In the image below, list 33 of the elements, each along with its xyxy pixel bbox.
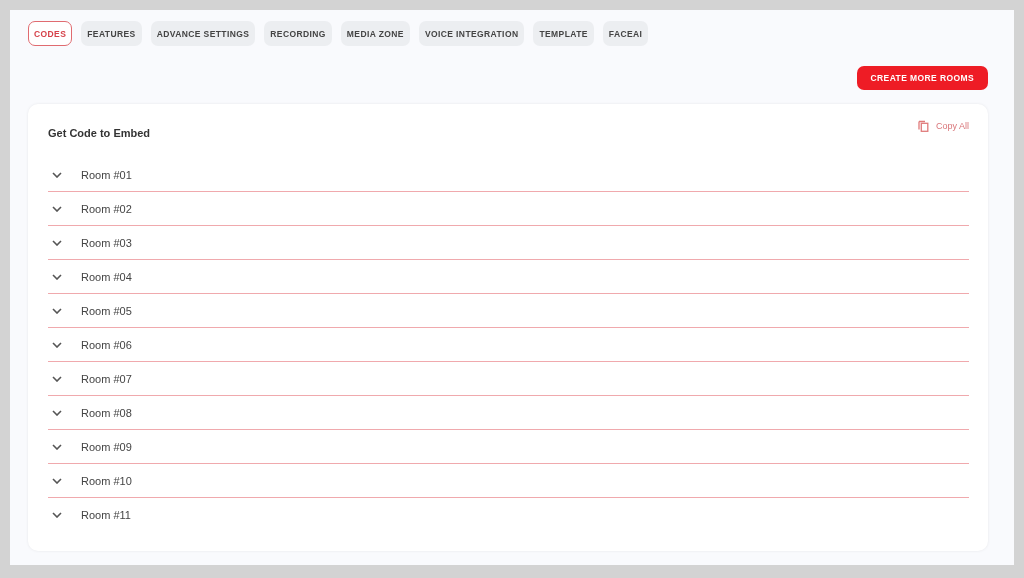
chevron-icon xyxy=(52,205,62,212)
chevron-icon xyxy=(52,511,62,518)
room-row[interactable]: Room #05 xyxy=(48,294,969,328)
create-rooms-button[interactable]: CREATE MORE ROOMS xyxy=(856,66,988,90)
room-row[interactable]: Room #08 xyxy=(48,396,969,430)
tab[interactable]: ADVANCE SETTINGS xyxy=(150,21,256,46)
tab[interactable]: TEMPLATE xyxy=(533,21,594,46)
room-row[interactable]: Room #11 xyxy=(48,498,969,531)
chevron-icon xyxy=(52,341,62,348)
room-row[interactable]: Room #03 xyxy=(48,226,969,260)
chevron-icon xyxy=(52,443,62,450)
room-row[interactable]: Room #07 xyxy=(48,362,969,396)
chevron-icon xyxy=(52,477,62,484)
room-row[interactable]: Room #06 xyxy=(48,328,969,362)
chevron-icon xyxy=(52,239,62,246)
chevron-icon xyxy=(52,273,62,280)
tab[interactable]: FACEAI xyxy=(602,21,649,46)
tab[interactable]: FEATURES xyxy=(81,21,142,46)
copy-icon xyxy=(917,120,929,132)
room-row[interactable]: Room #02 xyxy=(48,192,969,226)
room-row[interactable]: Room #09 xyxy=(48,430,969,464)
tab[interactable]: CODES xyxy=(28,21,73,46)
chevron-icon xyxy=(52,409,62,416)
room-row[interactable]: Room #01 xyxy=(48,158,969,192)
tab[interactable]: MEDIA ZONE xyxy=(340,21,410,46)
tab[interactable]: VOICE INTEGRATION xyxy=(418,21,525,46)
chevron-icon xyxy=(52,375,62,382)
chevron-icon xyxy=(52,307,62,314)
tab[interactable]: RECORDING xyxy=(264,21,332,46)
room-row[interactable]: Room #10 xyxy=(48,464,969,498)
chevron-icon xyxy=(52,171,62,178)
card-title: Get Code to Embed xyxy=(48,127,151,139)
room-row[interactable]: Room #04 xyxy=(48,260,969,294)
